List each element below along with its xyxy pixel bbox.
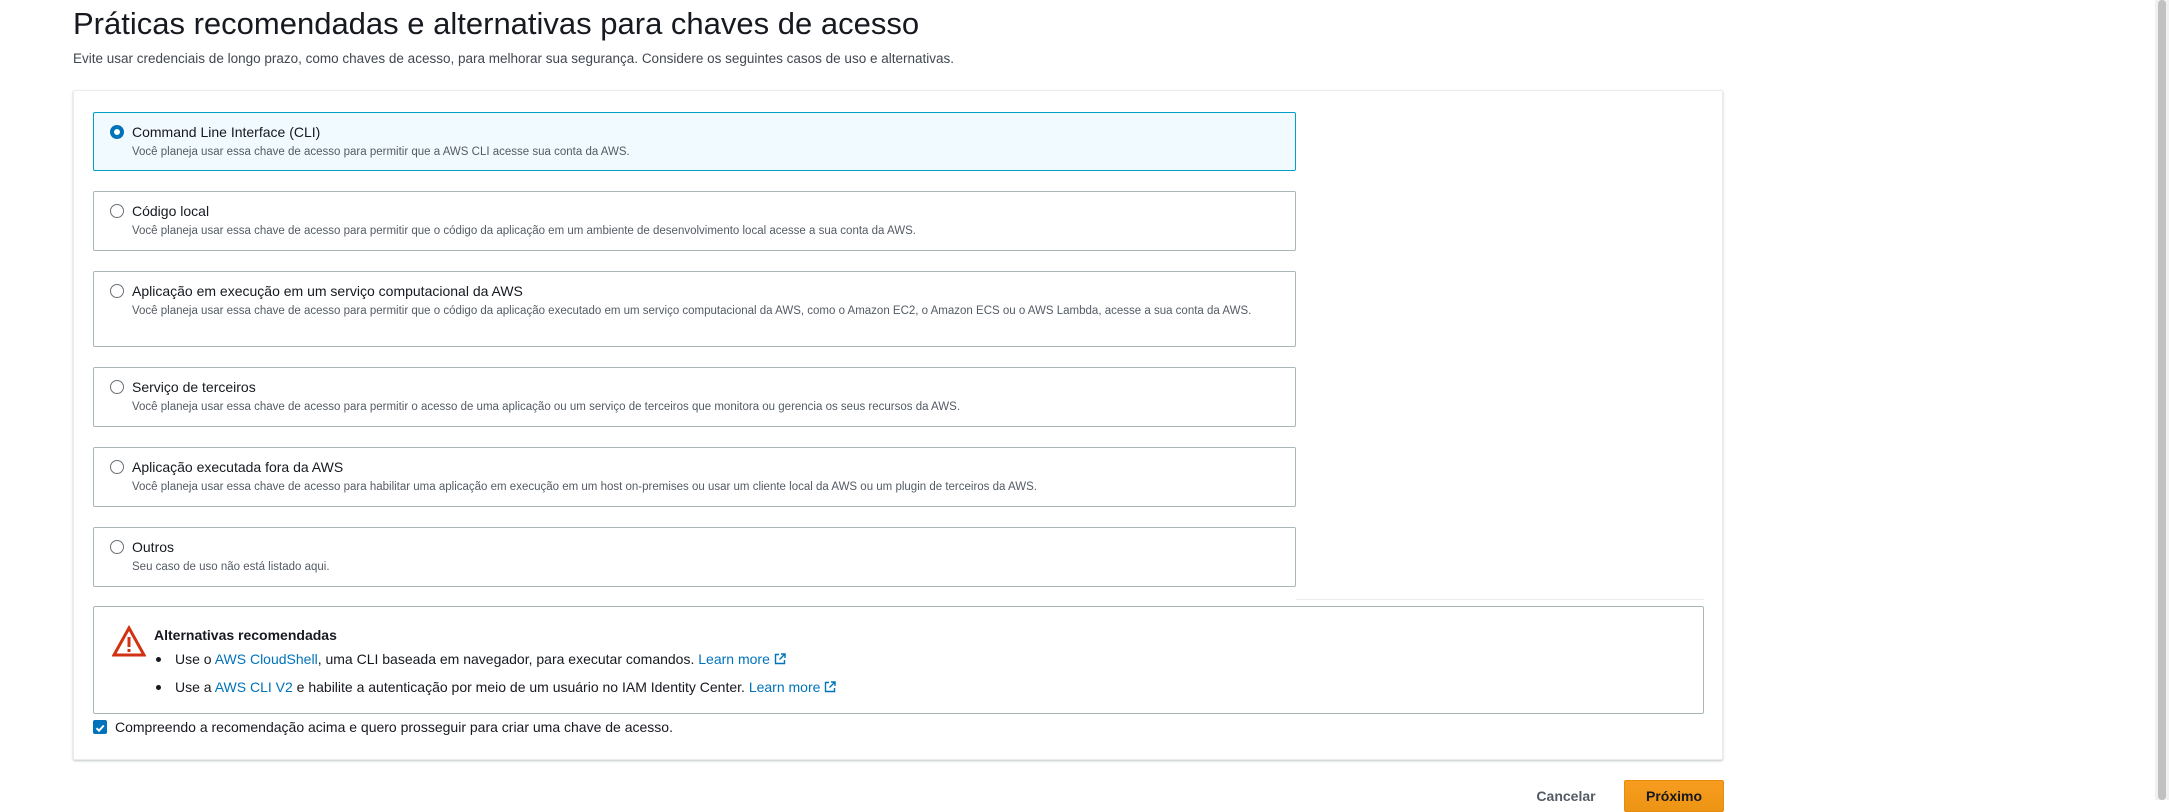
item-text: Use o: [175, 651, 215, 667]
radio-button[interactable]: [110, 204, 124, 218]
option-label: Command Line Interface (CLI): [132, 124, 321, 140]
learn-more-label: Learn more: [748, 679, 821, 695]
list-item: Use o AWS CloudShell, uma CLI baseada em…: [154, 648, 836, 676]
acknowledgement-checkbox[interactable]: [93, 720, 107, 734]
radio-button[interactable]: [110, 540, 124, 554]
radio-button[interactable]: [110, 380, 124, 394]
list-item: Use a AWS CLI V2 e habilite a autenticaç…: [154, 676, 837, 704]
option-description: Você planeja usar essa chave de acesso p…: [132, 305, 1252, 317]
option-label: Aplicação em execução em um serviço comp…: [132, 283, 523, 299]
option-label: Serviço de terceiros: [132, 379, 256, 395]
option-cli[interactable]: Command Line Interface (CLI) Você planej…: [93, 112, 1296, 171]
aws-cli-v2-link[interactable]: AWS CLI V2: [215, 679, 293, 695]
option-description: Você planeja usar essa chave de acesso p…: [132, 146, 630, 158]
item-text: , uma CLI baseada em navegador, para exe…: [317, 651, 695, 667]
acknowledgement-label[interactable]: Compreendo a recomendação acima e quero …: [115, 719, 673, 735]
recommended-alternatives-alert: Alternativas recomendadas Use o AWS Clou…: [93, 606, 1704, 714]
option-label: Outros: [132, 539, 175, 555]
cancel-button[interactable]: Cancelar: [1520, 780, 1612, 812]
option-description: Você planeja usar essa chave de acesso p…: [132, 481, 1037, 493]
radio-button[interactable]: [110, 284, 124, 298]
divider: [1296, 599, 1704, 600]
option-outside-aws[interactable]: Aplicação executada fora da AWS Você pla…: [93, 447, 1296, 507]
option-description: Seu caso de uso não está listado aqui.: [132, 561, 330, 573]
learn-more-label: Learn more: [698, 651, 770, 667]
radio-button[interactable]: [110, 460, 124, 474]
option-third-party-service[interactable]: Serviço de terceiros Você planeja usar e…: [93, 367, 1296, 427]
aws-cloudshell-link[interactable]: AWS CloudShell: [215, 651, 318, 667]
alternatives-title: Alternativas recomendadas: [154, 627, 337, 643]
item-text: e habilite a autenticação por meio de um…: [292, 679, 745, 695]
option-label: Aplicação executada fora da AWS: [132, 459, 344, 475]
learn-more-link[interactable]: Learn more: [698, 651, 786, 667]
option-local-code[interactable]: Código local Você planeja usar essa chav…: [93, 191, 1296, 251]
page-scrollbar[interactable]: [2155, 0, 2169, 800]
option-label: Código local: [132, 203, 210, 219]
option-aws-compute-service[interactable]: Aplicação em execução em um serviço comp…: [93, 271, 1296, 347]
radio-button[interactable]: [110, 125, 124, 139]
item-text: Use a: [175, 679, 215, 695]
warning-triangle-icon: [112, 625, 146, 657]
learn-more-link[interactable]: Learn more: [749, 679, 837, 695]
option-other[interactable]: Outros Seu caso de uso não está listado …: [93, 527, 1296, 587]
alternatives-list: Use o AWS CloudShell, uma CLI baseada em…: [154, 648, 837, 704]
checkmark-icon: [95, 724, 105, 733]
page-title: Práticas recomendadas e alternativas par…: [73, 6, 920, 41]
option-description: Você planeja usar essa chave de acesso p…: [132, 401, 961, 413]
page-description: Evite usar credenciais de longo prazo, c…: [73, 51, 954, 66]
option-description: Você planeja usar essa chave de acesso p…: [132, 225, 916, 237]
next-button[interactable]: Próximo: [1624, 780, 1724, 812]
scrollbar-thumb[interactable]: [2158, 0, 2166, 800]
external-link-icon: [825, 681, 837, 693]
external-link-icon: [774, 653, 786, 665]
